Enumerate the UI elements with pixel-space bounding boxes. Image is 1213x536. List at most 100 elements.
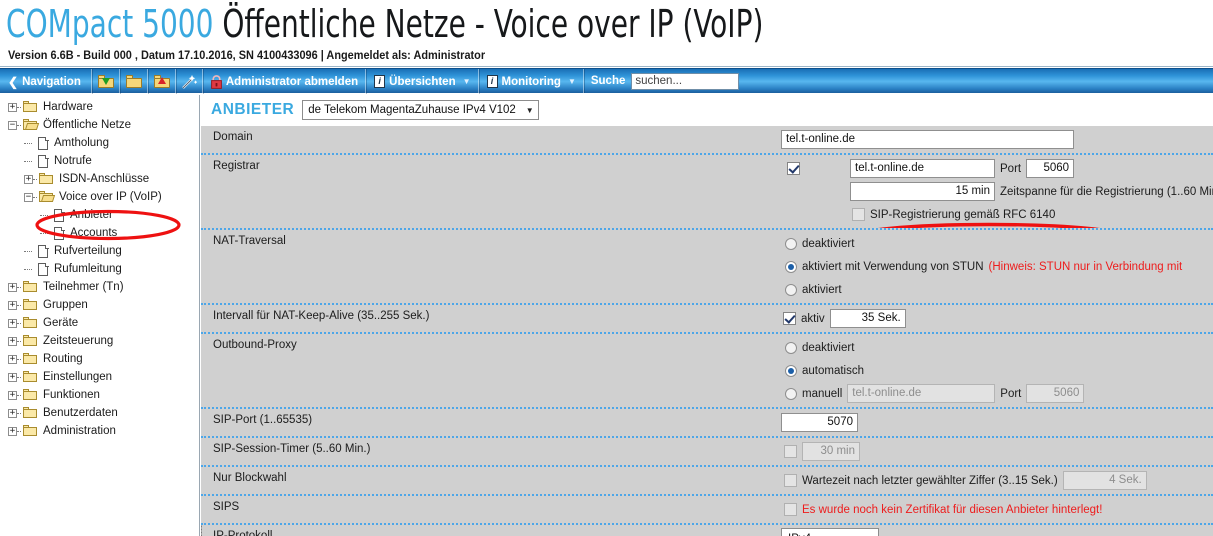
- sidebar-item-label: Voice over IP (VoIP): [59, 191, 162, 203]
- expand-icon[interactable]: +: [8, 318, 17, 328]
- expand-icon[interactable]: +: [8, 372, 17, 382]
- sidebar-item-anbieter[interactable]: Anbieter: [0, 206, 199, 224]
- folder-icon: [125, 75, 142, 88]
- navigation-tree: + Hardware − Öffentliche Netze Amtholung Notr…: [0, 95, 199, 440]
- nat-option-stun-radio[interactable]: [785, 260, 797, 273]
- sidebar-item-zeitsteuerung[interactable]: + Zeitsteuerung: [0, 332, 199, 350]
- sips-warning: Es wurde noch kein Zertifikat für diesen…: [802, 503, 1103, 516]
- sidebar-item-label: Benutzerdaten: [43, 407, 118, 419]
- sidebar-item-rufverteilung[interactable]: Rufverteilung: [0, 242, 199, 260]
- expand-icon[interactable]: +: [8, 336, 17, 346]
- proxy-option-automatisch-radio[interactable]: [785, 364, 797, 377]
- overviews-menu[interactable]: i Übersichten ▼: [366, 69, 479, 94]
- expand-icon[interactable]: +: [8, 354, 17, 364]
- sidebar-item-funktionen[interactable]: + Funktionen: [0, 386, 199, 404]
- proxy-option-deaktiviert-radio[interactable]: [785, 341, 797, 354]
- stun-hint: (Hinweis: STUN nur in Verbindung mit: [988, 260, 1183, 273]
- blockwahl-wait-input[interactable]: 4 Sek.: [1062, 471, 1147, 490]
- sidebar-item-label: Administration: [43, 425, 116, 437]
- provider-select-value: de Telekom MagentaZuhause IPv4 V102: [308, 104, 516, 116]
- registrar-port-input[interactable]: 5060: [1026, 159, 1075, 178]
- expand-icon[interactable]: +: [24, 174, 33, 184]
- resize-grip[interactable]: [201, 525, 202, 536]
- tree-connector: [17, 412, 21, 414]
- chevron-down-icon: ▼: [525, 105, 534, 115]
- registrar-interval-input[interactable]: 15 min: [850, 182, 995, 201]
- sidebar-item-accounts[interactable]: Accounts: [0, 224, 199, 242]
- main-content: ANBIETER de Telekom MagentaZuhause IPv4 …: [201, 95, 1213, 536]
- sidebar-item-notrufe[interactable]: Notrufe: [0, 152, 199, 170]
- keepalive-value-input[interactable]: 35 Sek.: [829, 309, 906, 328]
- page-icon: [54, 208, 65, 222]
- sidebar-item-voice-over-ip-voip[interactable]: − Voice over IP (VoIP): [0, 188, 199, 206]
- collapse-icon[interactable]: −: [24, 192, 33, 202]
- folder-icon: [23, 317, 38, 329]
- sidebar-item-ger-te[interactable]: + Geräte: [0, 314, 199, 332]
- chevron-down-icon: ▼: [462, 77, 471, 86]
- ip-protokoll-value: IPv4: [788, 533, 811, 536]
- nat-option-deaktiviert-radio[interactable]: [785, 237, 797, 250]
- collapse-icon[interactable]: −: [8, 120, 17, 130]
- row-label: Domain: [213, 131, 253, 143]
- monitoring-menu[interactable]: i Monitoring ▼: [478, 69, 584, 94]
- sidebar-item-ffentliche-netze[interactable]: − Öffentliche Netze: [0, 116, 199, 134]
- folder-button[interactable]: [119, 69, 148, 94]
- logout-button[interactable]: Administrator abmelden: [202, 69, 367, 94]
- expand-icon[interactable]: +: [8, 300, 17, 310]
- rfc6140-checkbox[interactable]: [852, 208, 865, 221]
- session-timer-checkbox[interactable]: [784, 445, 797, 458]
- tree-connector: [24, 160, 32, 162]
- keepalive-checkbox[interactable]: [783, 312, 796, 325]
- provider-select[interactable]: de Telekom MagentaZuhause IPv4 V102 ▼: [302, 100, 539, 120]
- nat-option-aktiviert-radio[interactable]: [785, 283, 797, 296]
- tree-connector: [17, 376, 21, 378]
- tree-connector: [17, 286, 21, 288]
- nat-option-label: aktiviert mit Verwendung von STUN: [802, 260, 984, 273]
- expand-icon[interactable]: +: [8, 408, 17, 418]
- save-config-button[interactable]: [147, 69, 176, 94]
- folder-icon: [23, 425, 38, 437]
- proxy-manual-port-input[interactable]: 5060: [1026, 384, 1085, 403]
- settings-table: Domain tel.t-online.de Registrar tel.t-o…: [201, 126, 1213, 536]
- ip-protokoll-select[interactable]: IPv4 ▼: [781, 528, 879, 536]
- sips-checkbox[interactable]: [784, 503, 797, 516]
- domain-input[interactable]: tel.t-online.de: [781, 130, 1074, 149]
- search-input[interactable]: [631, 72, 740, 90]
- sidebar-item-label: Accounts: [70, 227, 118, 239]
- sidebar-item-amtholung[interactable]: Amtholung: [0, 134, 199, 152]
- application-window: COMpact 5000 Öffentliche Netze - Voice o…: [0, 0, 1213, 536]
- sidebar-item-gruppen[interactable]: + Gruppen: [0, 296, 199, 314]
- folder-icon: [23, 281, 38, 293]
- proxy-manual-host-input[interactable]: tel.t-online.de: [847, 384, 996, 403]
- expand-icon[interactable]: +: [8, 390, 17, 400]
- logout-label: Administrator abmelden: [225, 75, 359, 88]
- sidebar-item-isdn-anschl-sse[interactable]: + ISDN-Anschlüsse: [0, 170, 199, 188]
- expand-icon[interactable]: +: [8, 426, 17, 436]
- sidebar-item-benutzerdaten[interactable]: + Benutzerdaten: [0, 404, 199, 422]
- registrar-host-input[interactable]: tel.t-online.de: [850, 159, 995, 178]
- session-timer-value-input[interactable]: 30 min: [802, 442, 860, 461]
- proxy-port-label: Port: [1000, 387, 1022, 400]
- wizard-button[interactable]: [175, 69, 203, 94]
- sidebar-item-administration[interactable]: + Administration: [0, 422, 199, 440]
- folder-open-icon: [39, 191, 56, 203]
- expand-icon[interactable]: +: [8, 102, 17, 112]
- sidebar-item-label: Hardware: [43, 101, 93, 113]
- sidebar-item-routing[interactable]: + Routing: [0, 350, 199, 368]
- sidebar-item-rufumleitung[interactable]: Rufumleitung: [0, 260, 199, 278]
- load-config-button[interactable]: [91, 69, 120, 94]
- registrar-enabled-checkbox[interactable]: [787, 162, 800, 175]
- sidebar-item-hardware[interactable]: + Hardware: [0, 98, 199, 116]
- expand-icon[interactable]: +: [8, 282, 17, 292]
- sidebar-item-label: Rufverteilung: [54, 245, 122, 257]
- sidebar-item-teilnehmer-tn[interactable]: + Teilnehmer (Tn): [0, 278, 199, 296]
- proxy-option-manuell-radio[interactable]: [785, 387, 797, 400]
- sidebar-item-einstellungen[interactable]: + Einstellungen: [0, 368, 199, 386]
- sidebar-item-label: Anbieter: [70, 209, 113, 221]
- registrar-interval-hint: Zeitspanne für die Registrierung (1..60 …: [1000, 185, 1213, 198]
- blockwahl-checkbox[interactable]: [784, 474, 797, 487]
- sip-port-input[interactable]: 5070: [781, 413, 858, 432]
- navigation-sidebar[interactable]: + Hardware − Öffentliche Netze Amtholung Notr…: [0, 95, 200, 536]
- navigation-button[interactable]: ❮ Navigation: [0, 69, 92, 94]
- row-label: SIP-Session-Timer (5..60 Min.): [213, 443, 371, 455]
